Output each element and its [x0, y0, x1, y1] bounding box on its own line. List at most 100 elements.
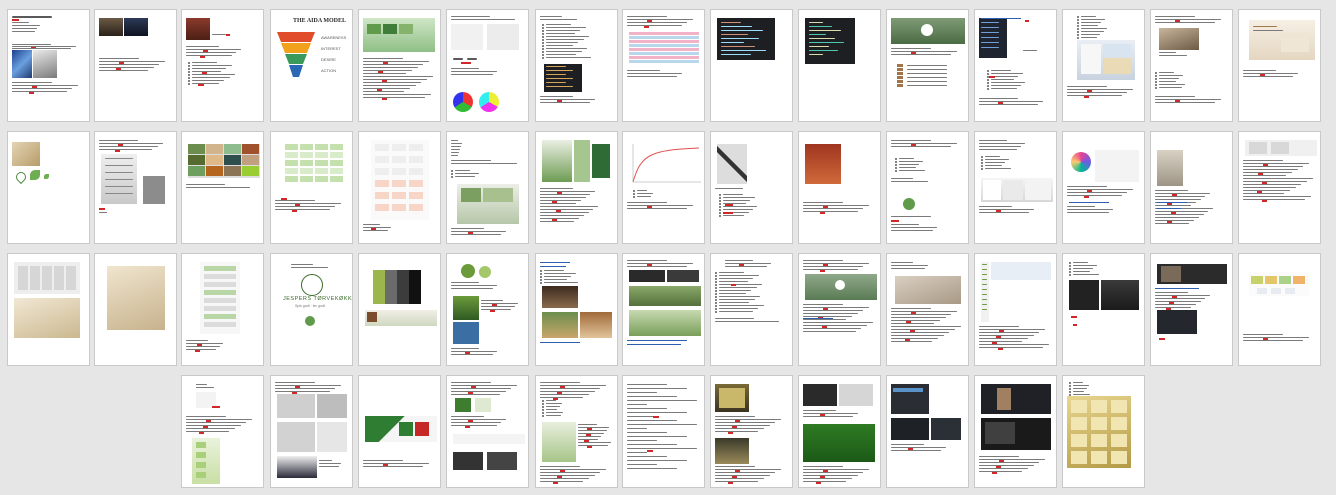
text-line	[12, 44, 51, 45]
page-thumbnail[interactable]	[1062, 253, 1145, 366]
page-thumbnail[interactable]	[1238, 253, 1321, 366]
page-thumbnail[interactable]	[1150, 131, 1233, 244]
text-line	[196, 384, 207, 385]
text-line	[12, 91, 67, 92]
page-thumbnail[interactable]	[622, 9, 705, 122]
text-line	[540, 382, 580, 383]
flowchart-node	[392, 156, 406, 163]
page-thumbnail[interactable]	[1150, 9, 1233, 122]
spellcheck-mark	[195, 350, 200, 352]
text-line	[803, 325, 867, 326]
text-line	[1243, 181, 1307, 182]
sketch-photo	[1157, 150, 1183, 186]
page-thumbnail[interactable]	[358, 9, 441, 122]
bullet-dot	[715, 305, 717, 307]
page-thumbnail[interactable]	[446, 131, 529, 244]
screenshot	[1003, 180, 1023, 200]
page-thumbnail[interactable]	[886, 9, 969, 122]
page-thumbnail[interactable]	[94, 131, 177, 244]
text-line	[1081, 25, 1098, 26]
text-line	[979, 104, 1038, 105]
text-line	[275, 200, 315, 201]
text-line	[715, 321, 779, 322]
page-thumbnail[interactable]	[358, 375, 441, 488]
bullet-dot	[719, 197, 721, 199]
page-thumbnail[interactable]	[710, 253, 793, 366]
bullet-dot	[715, 299, 717, 301]
list-thumb	[897, 68, 903, 71]
page-thumbnail[interactable]	[1062, 131, 1145, 244]
page-thumbnail[interactable]	[798, 253, 881, 366]
page-thumbnail[interactable]	[7, 253, 90, 366]
page-thumbnail[interactable]	[446, 253, 529, 366]
page-thumbnail[interactable]	[181, 375, 264, 488]
text-line	[1067, 195, 1122, 196]
page-thumbnail[interactable]	[181, 9, 264, 122]
page-thumbnail[interactable]	[710, 131, 793, 244]
page-thumbnail[interactable]	[446, 9, 529, 122]
spellcheck-mark	[728, 482, 733, 484]
text-line	[186, 428, 235, 429]
sitemap-node	[315, 176, 328, 182]
text-line	[186, 46, 219, 47]
page-thumbnail[interactable]	[270, 131, 353, 244]
text-line	[1243, 76, 1293, 77]
text-line	[99, 58, 139, 59]
text-line	[12, 16, 52, 18]
page-thumbnail[interactable]	[798, 9, 881, 122]
page-thumbnail[interactable]	[974, 253, 1057, 366]
page-thumbnail[interactable]	[622, 375, 705, 488]
page-thumbnail[interactable]	[798, 375, 881, 488]
page-thumbnail[interactable]	[886, 131, 969, 244]
page-thumbnail[interactable]	[622, 131, 705, 244]
page-thumbnail[interactable]	[535, 253, 618, 366]
bullet-dot	[719, 215, 721, 217]
bullet-dot	[542, 400, 544, 402]
page-thumbnail[interactable]	[622, 253, 705, 366]
text-line	[721, 30, 763, 31]
page-thumbnail[interactable]	[710, 9, 793, 122]
bullet-dot	[715, 287, 717, 289]
text-line	[715, 188, 743, 189]
photo	[715, 438, 749, 464]
bullet-dot	[987, 88, 989, 90]
bullet-dot	[895, 170, 897, 172]
page-thumbnail[interactable]	[1238, 9, 1321, 122]
page-thumbnail[interactable]	[181, 253, 264, 366]
page-thumbnail[interactable]: JESPERS TØRVEKØKKEN Spis godt · lev godt	[270, 253, 353, 366]
sketch	[1249, 142, 1267, 154]
text-line	[275, 206, 335, 207]
screenshot	[991, 262, 1051, 280]
page-thumbnail[interactable]	[7, 131, 90, 244]
page-thumbnail[interactable]	[535, 375, 618, 488]
page-thumbnail[interactable]	[886, 375, 969, 488]
page-thumbnail[interactable]	[270, 375, 353, 488]
photo	[12, 50, 32, 78]
diagram-node	[196, 472, 206, 478]
page-thumbnail[interactable]	[1150, 253, 1233, 366]
page-thumbnail[interactable]	[974, 375, 1057, 488]
page-thumbnail[interactable]	[358, 131, 441, 244]
page-thumbnail[interactable]	[1062, 9, 1145, 122]
spellcheck-mark	[12, 19, 19, 21]
flowchart-node	[409, 204, 423, 211]
flowchart-node	[375, 168, 389, 175]
page-thumbnail[interactable]	[886, 253, 969, 366]
page-thumbnail[interactable]	[798, 131, 881, 244]
page-thumbnail[interactable]	[181, 131, 264, 244]
page-thumbnail[interactable]	[94, 253, 177, 366]
photo	[719, 388, 745, 408]
page-thumbnail[interactable]	[7, 9, 90, 122]
page-thumbnail[interactable]	[94, 9, 177, 122]
page-thumbnail[interactable]	[535, 9, 618, 122]
page-thumbnail[interactable]	[974, 131, 1057, 244]
text-line	[627, 468, 677, 469]
page-thumbnail[interactable]	[1062, 375, 1145, 488]
page-thumbnail[interactable]	[535, 131, 618, 244]
page-thumbnail[interactable]	[446, 375, 529, 488]
page-thumbnail[interactable]	[710, 375, 793, 488]
page-thumbnail[interactable]: THE AIDA MODEL AWARENESS INTEREST DESIRE ACT…	[270, 9, 353, 122]
page-thumbnail[interactable]	[974, 9, 1057, 122]
page-thumbnail[interactable]	[358, 253, 441, 366]
page-thumbnail[interactable]	[1238, 131, 1321, 244]
